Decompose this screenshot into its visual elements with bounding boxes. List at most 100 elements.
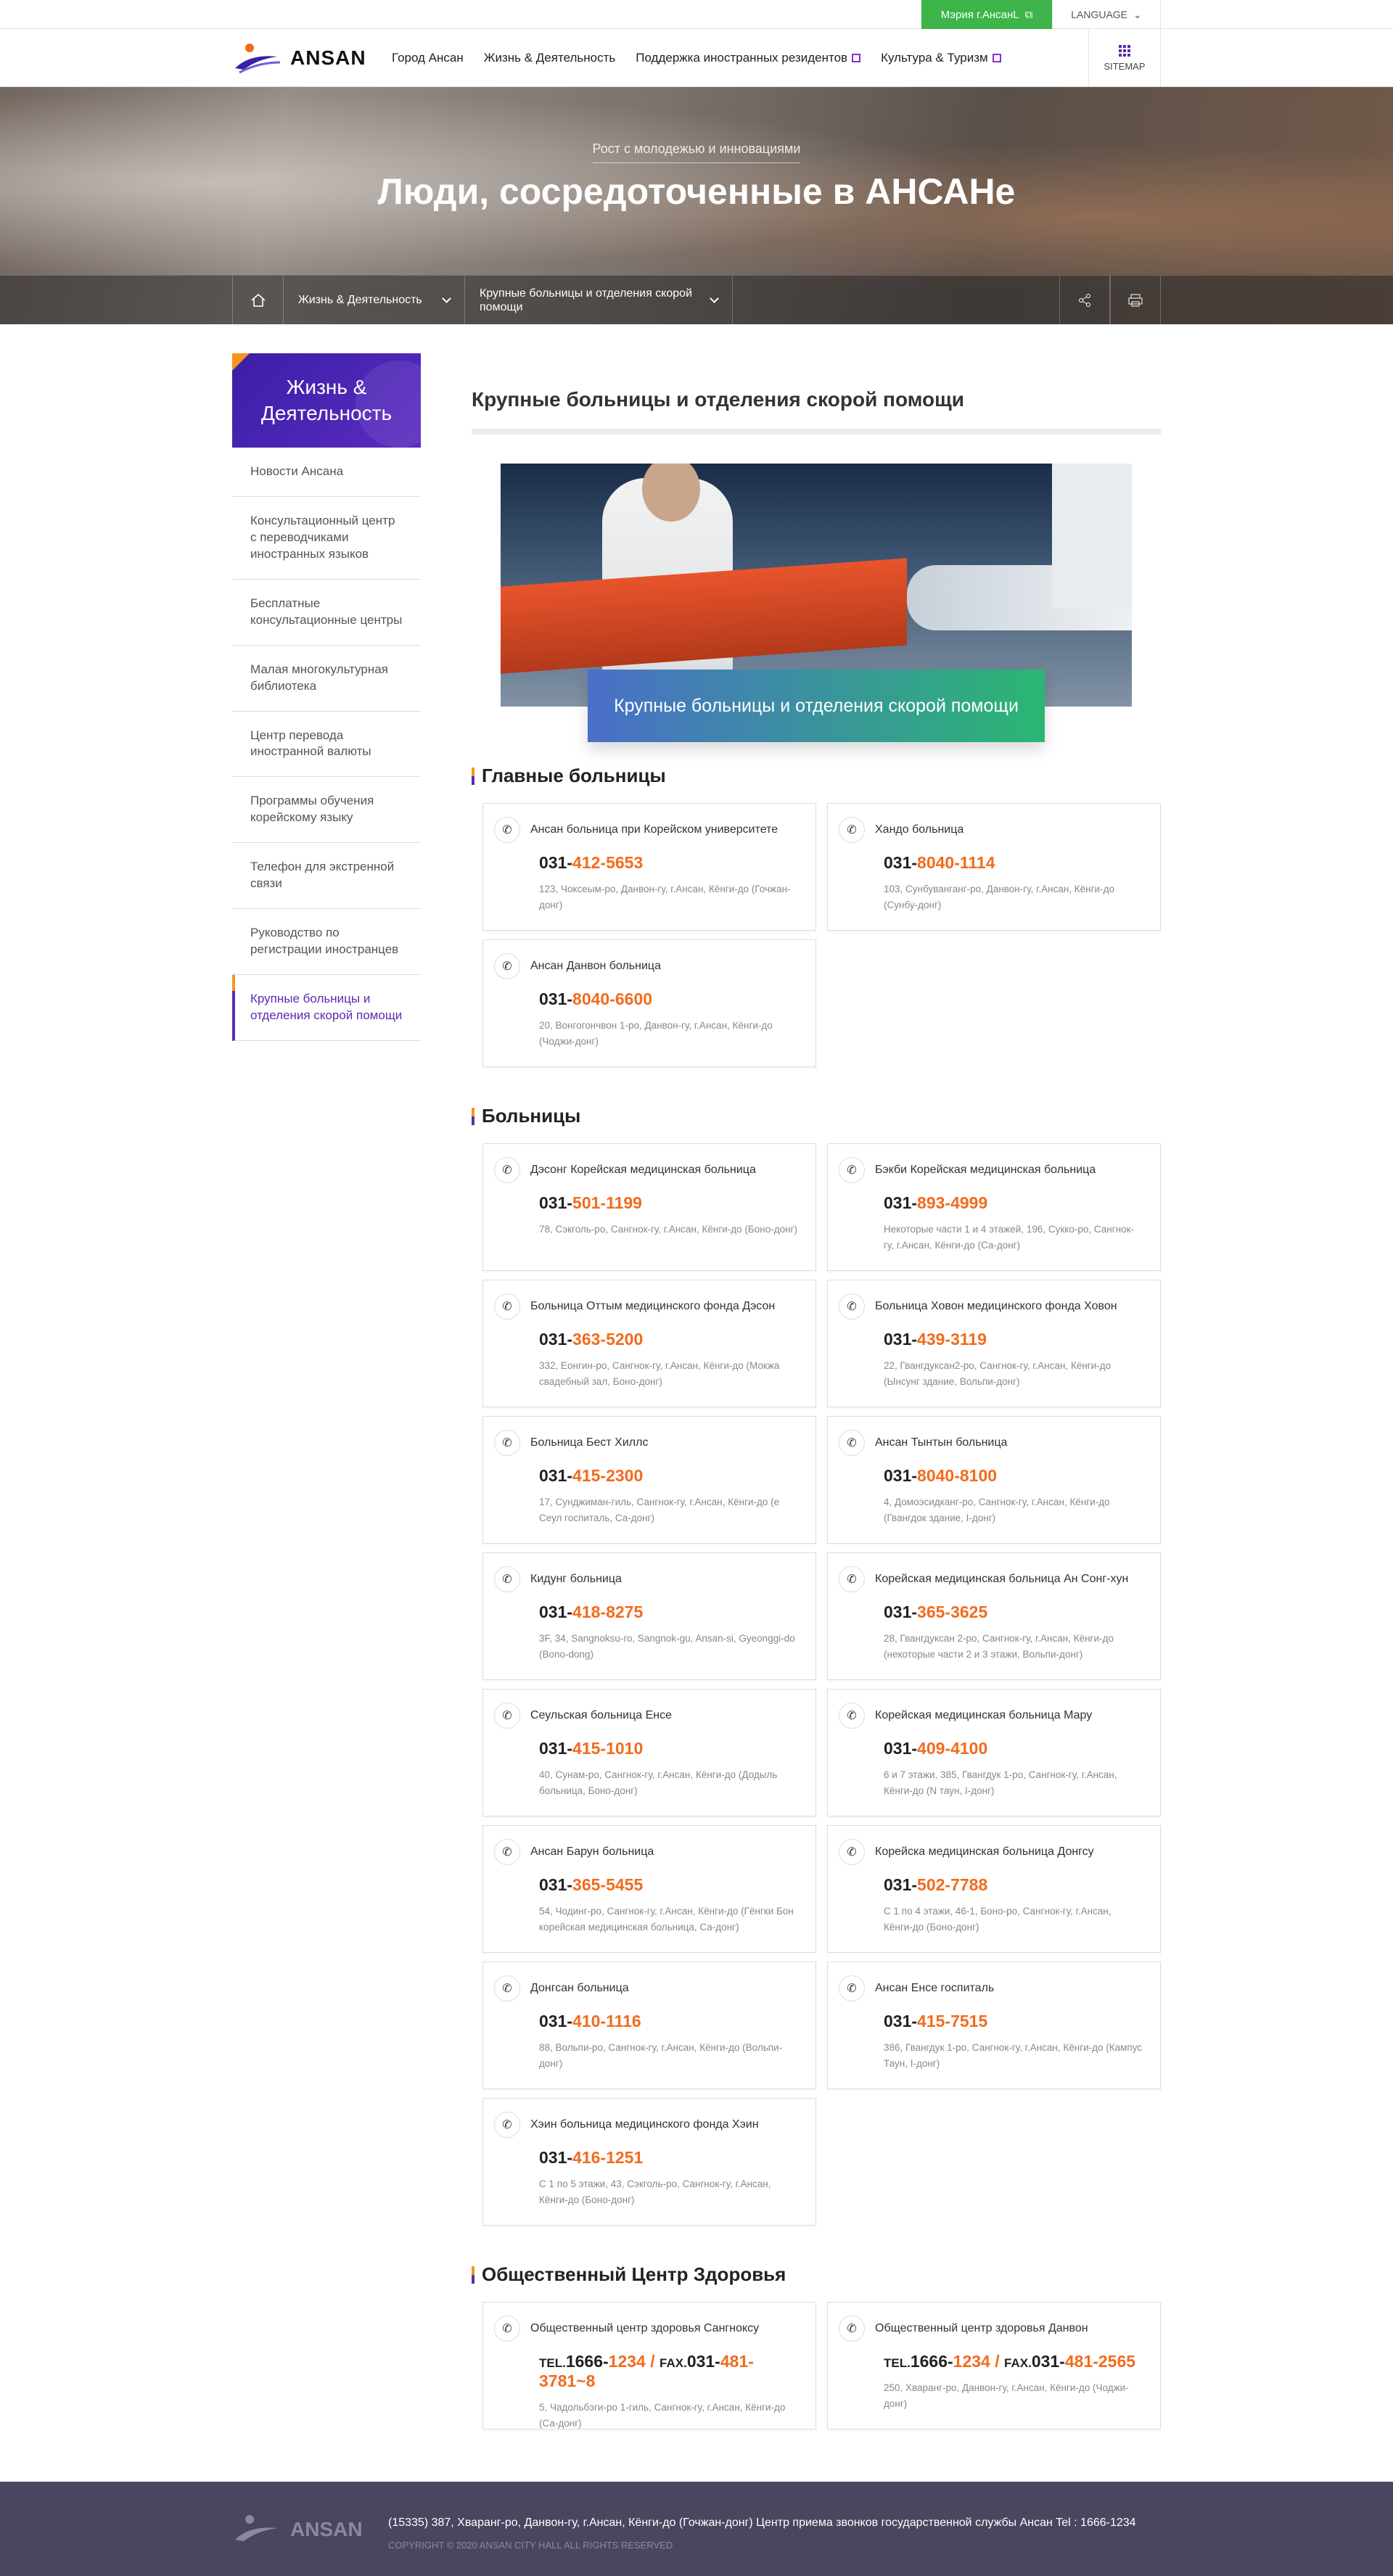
hospital-card: ✆ Кидунг больница 031-418-8275 3F, 34, Sang… [482, 1552, 816, 1680]
phone-number[interactable]: 031-8040-6600 [539, 989, 798, 1009]
hospital-name: Донгсан больница [530, 1982, 629, 1994]
phone-icon: ✆ [494, 1293, 520, 1320]
hospital-address: 6 и 7 этажи, 385, Гвангдук 1-ро, Сангнок… [884, 1769, 1117, 1796]
hospital-card: ✆ Корейская медицинская больница Ан Сонг-… [827, 1552, 1161, 1680]
hospital-address: 20, Вонгогончвон 1-ро, Данвон-гу, г.Анса… [539, 1020, 773, 1047]
hospital-card: ✆ Ансан Енсе госпиталь 031-415-7515 386, Гв… [827, 1962, 1161, 2089]
logo[interactable]: ANSAN [232, 41, 366, 75]
phone-number[interactable]: 031-501-1199 [539, 1193, 798, 1213]
sidebar-item[interactable]: Руководство по регистрации иностранцев [232, 909, 421, 975]
phone-icon: ✆ [494, 1430, 520, 1456]
hospital-name: Больница Оттым медицинского фонда Дэсон [530, 1300, 776, 1312]
language-selector[interactable]: LANGUAGE ⌄ [1052, 0, 1161, 29]
phone-icon: ✆ [839, 817, 865, 843]
sidebar-item[interactable]: Новости Ансана [232, 448, 421, 497]
sitemap-button[interactable]: SITEMAP [1088, 29, 1161, 87]
section-title: Больницы [472, 1105, 1161, 1127]
phone-number[interactable]: 031-412-5653 [539, 853, 798, 873]
hospital-address: 22, Гвангдуксан2-ро, Сангнок-гу, г.Ансан… [884, 1360, 1111, 1387]
main-content: Крупные больницы и отделения скорой помо… [472, 353, 1161, 2429]
hero-title: Люди, сосредоточенные в АНСАНе [377, 171, 1016, 212]
breadcrumb: Жизнь & Деятельность Крупные больницы и … [0, 275, 1393, 324]
breadcrumb-level1[interactable]: Жизнь & Деятельность [283, 276, 464, 324]
hospital-address: С 1 по 5 этажи, 43, Сэкголь-ро, Сангнок-… [539, 2178, 771, 2205]
hospital-card: ✆ Хандо больница 031-8040-1114 103, Сунбува… [827, 803, 1161, 931]
phone-icon: ✆ [494, 1839, 520, 1865]
hospital-section: Общественный Центр Здоровья ✆ Общественный… [472, 2263, 1161, 2429]
nav-item-foreign-support[interactable]: Поддержка иностранных резидентов [636, 51, 861, 65]
print-button[interactable] [1110, 276, 1161, 324]
phone-number[interactable]: 031-439-3119 [884, 1330, 1143, 1349]
hospital-card: ✆ Больница Бест Хиллс 031-415-2300 17, Сунд… [482, 1416, 816, 1544]
phone-number[interactable]: 031-8040-8100 [884, 1466, 1143, 1486]
hospital-name: Хандо больница [875, 823, 964, 836]
breadcrumb-level2[interactable]: Крупные больницы и отделения скорой помо… [464, 276, 733, 324]
hospital-card: ✆ Больница Ховон медицинского фонда Ховон… [827, 1280, 1161, 1407]
phone-number[interactable]: 031-415-7515 [884, 2012, 1143, 2031]
hospital-address: 54, Чодинг-ро, Сангнок-гу, г.Ансан, Кёнг… [539, 1906, 794, 1933]
hospital-name: Кидунг больница [530, 1573, 622, 1585]
phone-number[interactable]: 031-365-5455 [539, 1875, 798, 1895]
phone-number[interactable]: 031-415-2300 [539, 1466, 798, 1486]
phone-number[interactable]: TEL.1666-1234 / FAX.031-481-2565 [884, 2352, 1143, 2371]
hospital-name: Больница Ховон медицинского фонда Ховон [875, 1300, 1117, 1312]
hospital-sections: Главные больницы ✆ Ансан больница при Коре… [472, 765, 1161, 2429]
phone-number[interactable]: 031-416-1251 [539, 2148, 798, 2168]
phone-icon: ✆ [494, 1975, 520, 2001]
hospital-name: Общественный центр здоровья Сангноксу [530, 2322, 760, 2334]
hospital-name: Ансан больница при Корейском университет… [530, 823, 778, 836]
section-title: Общественный Центр Здоровья [472, 2263, 1161, 2286]
hero-banner: Рост с молодежью и инновациями Люди, сос… [0, 87, 1393, 324]
hospital-address: 5, Чадольбэги-ро 1-гиль, Сангнок-гу, г.А… [539, 2402, 786, 2429]
visual-caption: Крупные больницы и отделения скорой помо… [588, 670, 1045, 742]
hospital-address: 250, Хваранг-ро, Данвон-гу, г.Ансан, Кён… [884, 2382, 1129, 2409]
phone-icon: ✆ [839, 1703, 865, 1729]
hospital-address: 17, Сунджиман-гиль, Сангнок-гу, г.Ансан,… [539, 1497, 780, 1523]
sidebar-item[interactable]: Центр перевода иностранной валюты [232, 712, 421, 778]
nav-item-culture[interactable]: Культура & Туризм [881, 51, 1001, 65]
home-icon [250, 293, 266, 307]
sidebar-item[interactable]: Телефон для экстренной связи [232, 843, 421, 910]
phone-icon: ✆ [494, 2112, 520, 2138]
hospital-card: ✆ Хэин больница медицинского фонда Хэин 03… [482, 2098, 816, 2226]
phone-number[interactable]: 031-410-1116 [539, 2012, 798, 2031]
phone-number[interactable]: 031-418-8275 [539, 1602, 798, 1622]
hospital-card: ✆ Бэкби Корейская медицинская больница 031… [827, 1143, 1161, 1271]
hospital-card: ✆ Донгсан больница 031-410-1116 88, Вольпи-… [482, 1962, 816, 2089]
home-button[interactable] [232, 276, 283, 324]
nav-item-city[interactable]: Город Ансан [392, 51, 464, 65]
phone-number[interactable]: 031-365-3625 [884, 1602, 1143, 1622]
hospital-card: ✆ Больница Оттым медицинского фонда Дэсон… [482, 1280, 816, 1407]
sidebar-item[interactable]: Консультационный центр с переводчиками и… [232, 497, 421, 580]
chevron-down-icon [442, 294, 451, 303]
sidebar-item[interactable]: Программы обучения корейскому языку [232, 777, 421, 844]
phone-number[interactable]: 031-409-4100 [884, 1739, 1143, 1758]
phone-icon: ✆ [839, 2316, 865, 2342]
hospital-name: Корейска медицинская больница Донгсу [875, 1845, 1094, 1858]
hospital-address: 88, Вольпи-ро, Сангнок-гу, г.Ансан, Кёнг… [539, 2042, 783, 2069]
share-icon [1079, 294, 1090, 307]
side-nav-title: Жизнь & Деятельность [232, 353, 421, 448]
sidebar-item-active[interactable]: Крупные больницы и отделения скорой помо… [232, 975, 421, 1041]
phone-icon: ✆ [494, 953, 520, 979]
sidebar-item[interactable]: Малая многокультурная библиотека [232, 646, 421, 712]
phone-icon: ✆ [839, 1566, 865, 1592]
phone-number[interactable]: 031-502-7788 [884, 1875, 1143, 1895]
phone-number[interactable]: 031-8040-1114 [884, 853, 1143, 873]
nav-item-life[interactable]: Жизнь & Деятельность [484, 51, 615, 65]
ansan-logo-icon [235, 44, 281, 74]
hospital-address: Некоторые части 1 и 4 этажей, 196, Сукко… [884, 1224, 1134, 1251]
sidebar-item[interactable]: Бесплатные консультационные центры [232, 580, 421, 646]
phone-number[interactable]: TEL.1666-1234 / FAX.031-481-3781~8 [539, 2352, 798, 2391]
hospital-card: ✆ Ансан больница при Корейском университе… [482, 803, 816, 931]
hospital-name: Хэин больница медицинского фонда Хэин [530, 2118, 759, 2131]
phone-number[interactable]: 031-415-1010 [539, 1739, 798, 1758]
ansan-logo-icon [235, 2515, 277, 2541]
hospital-name: Бэкби Корейская медицинская больница [875, 1164, 1096, 1176]
phone-icon: ✆ [494, 1566, 520, 1592]
phone-number[interactable]: 031-363-5200 [539, 1330, 798, 1349]
city-hall-link[interactable]: Мэрия г.АнсанL ⧉ [921, 0, 1052, 29]
utility-bar: Мэрия г.АнсанL ⧉ LANGUAGE ⌄ [0, 0, 1393, 29]
phone-number[interactable]: 031-893-4999 [884, 1193, 1143, 1213]
share-button[interactable] [1059, 276, 1110, 324]
